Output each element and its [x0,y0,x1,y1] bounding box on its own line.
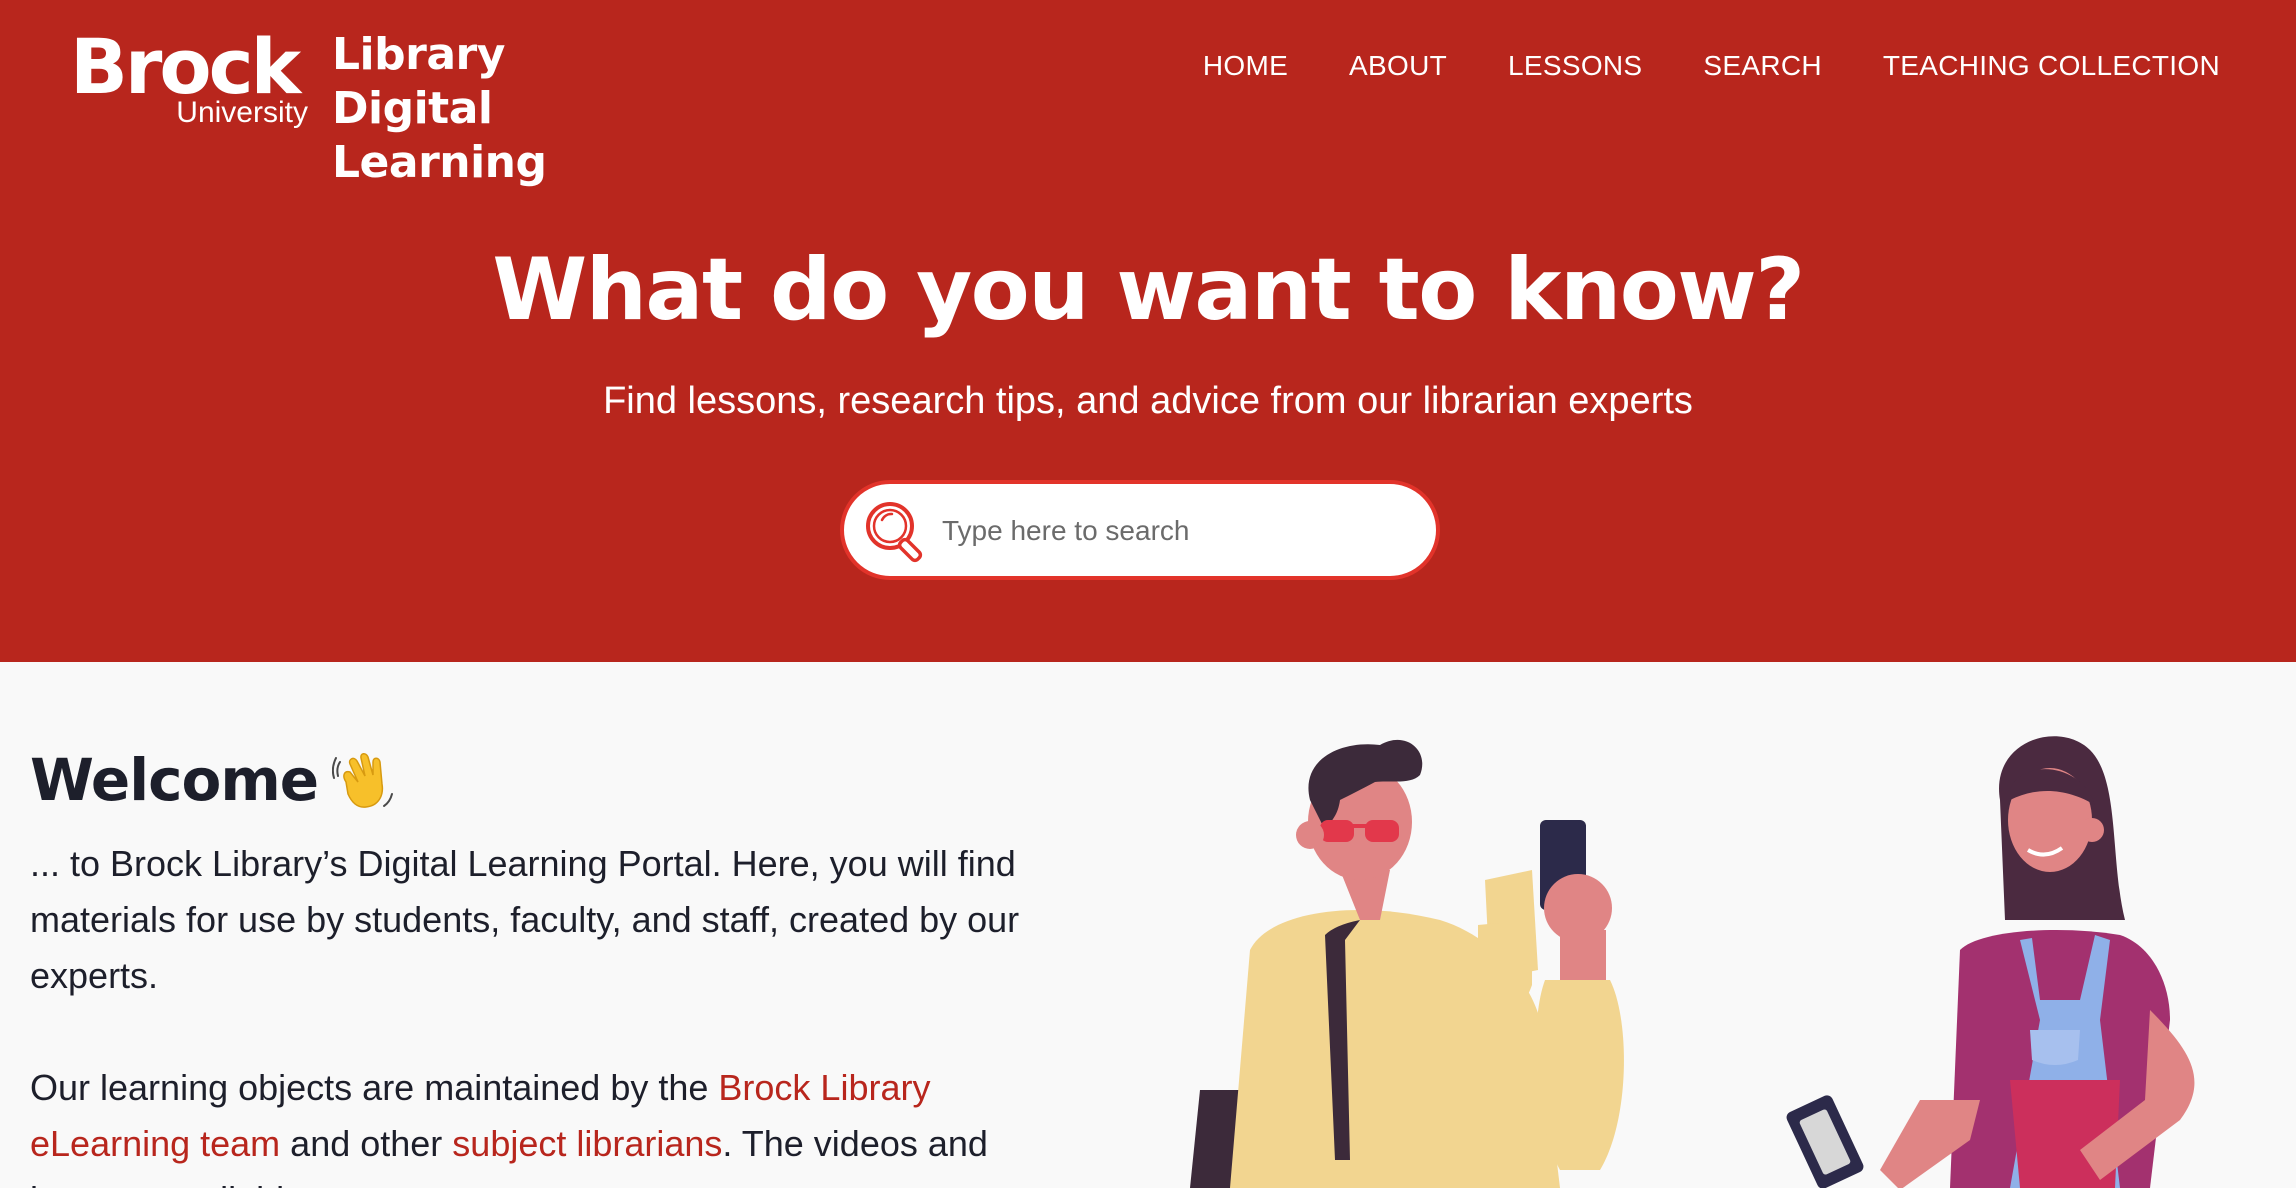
nav-search[interactable]: SEARCH [1642,50,1822,82]
site-title[interactable]: Library Digital Learning [332,28,672,190]
welcome-heading: Welcome [30,746,319,814]
team-paragraph-text-1: Our learning objects are maintained by t… [30,1067,719,1108]
brock-university-logo[interactable]: Brock University [70,22,308,132]
subject-librarians-link[interactable]: subject librarians [452,1123,722,1164]
students-illustration [1190,736,2195,1188]
woman-figure [1786,736,2195,1188]
man-figure [1190,739,1624,1188]
brand[interactable]: Brock University Library Digital Learnin… [70,22,672,188]
main-nav: HOME ABOUT LESSONS SEARCH TEACHING COLLE… [1203,50,2220,82]
logo-subtext: University [176,96,308,129]
intro-paragraph: ... to Brock Library’s Digital Learning … [30,843,1020,996]
welcome-heading-row: Welcome [30,746,396,814]
hero-title: What do you want to know? [492,240,1805,340]
waving-hand-icon [332,753,394,808]
team-paragraph-text-2: and other [280,1123,453,1164]
hero-banner: Brock University Library Digital Learnin… [0,0,2296,662]
nav-lessons[interactable]: LESSONS [1447,50,1642,82]
hero-subtitle: Find lessons, research tips, and advice … [603,380,1693,422]
team-paragraph: Our learning objects are maintained by t… [30,1060,1090,1188]
nav-home[interactable]: HOME [1203,50,1288,82]
search-box[interactable] [840,480,1440,580]
nav-about[interactable]: ABOUT [1288,50,1447,82]
magnifier-icon[interactable] [862,498,932,568]
search-input[interactable] [942,506,1412,556]
nav-teaching-collection[interactable]: TEACHING COLLECTION [1822,50,2220,82]
